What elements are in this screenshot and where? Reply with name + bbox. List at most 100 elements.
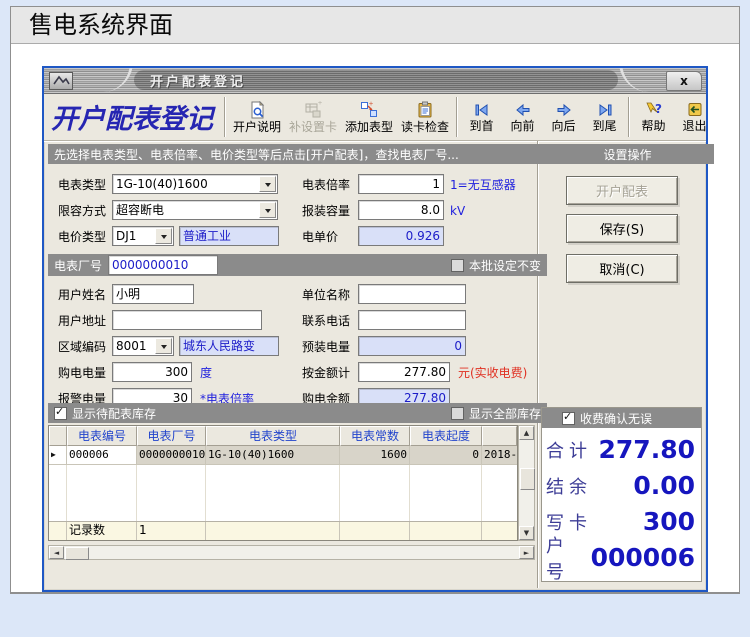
price-type-name: 普通工业 bbox=[179, 226, 279, 246]
fee-confirm-checkbox[interactable]: 收费确认无误 bbox=[562, 410, 652, 427]
dialog-window: 开户配表登记 x 开户配表登记 开户说明 + 补设置卡 + 添加表型 读卡检查 … bbox=[42, 66, 714, 592]
inventory-bar: 显示待配表库存 显示全部库存 bbox=[48, 403, 547, 423]
nav-first-icon bbox=[475, 103, 487, 116]
read-card-check-button[interactable]: 读卡检查 bbox=[397, 100, 453, 135]
table-vertical-scrollbar[interactable]: ▲ ▼ bbox=[518, 425, 535, 541]
fee-confirm-bar: 收费确认无误 bbox=[542, 408, 701, 428]
nav-prev-button[interactable]: 向前 bbox=[502, 101, 543, 134]
batch-keep-checkbox[interactable]: 本批设定不变 bbox=[450, 257, 541, 274]
open-help-button[interactable]: 开户说明 bbox=[229, 100, 285, 135]
svg-text:?: ? bbox=[655, 102, 662, 116]
toolbar-button-label: 开户说明 bbox=[232, 119, 281, 134]
chevron-down-icon[interactable] bbox=[155, 228, 172, 244]
total-row: 户号 000006 bbox=[546, 536, 695, 583]
form-row: 用户姓名 小明 单位名称 bbox=[48, 284, 535, 306]
close-icon: x bbox=[680, 74, 688, 88]
area-code-select[interactable]: 8001 bbox=[112, 336, 174, 356]
show-pending-checkbox[interactable]: 显示待配表库存 bbox=[54, 405, 156, 422]
factory-no-input[interactable]: 0000000010 bbox=[108, 255, 219, 275]
vertical-scroll-thumb[interactable] bbox=[520, 468, 535, 490]
scroll-down-icon[interactable]: ▼ bbox=[519, 526, 534, 540]
scroll-up-icon[interactable]: ▲ bbox=[519, 426, 534, 440]
show-all-checkbox[interactable]: 显示全部库存 bbox=[450, 405, 541, 422]
save-button[interactable]: 保存(S) bbox=[566, 214, 678, 243]
price-type-select[interactable]: DJ1 bbox=[112, 226, 174, 246]
org-name-label: 单位名称 bbox=[302, 288, 351, 302]
ratio-label: 电表倍率 bbox=[302, 178, 351, 192]
toolbar-button-label: 退出 bbox=[682, 119, 707, 133]
title-bar[interactable]: 开户配表登记 x bbox=[44, 68, 706, 94]
column-header[interactable]: 电表厂号 bbox=[137, 426, 206, 446]
nav-next-button[interactable]: 向后 bbox=[543, 101, 584, 134]
nav-last-button[interactable]: 到尾 bbox=[584, 101, 625, 134]
column-header[interactable]: 电表类型 bbox=[206, 426, 340, 446]
ratio-input[interactable]: 1 bbox=[358, 174, 444, 194]
checkbox-checked-icon[interactable] bbox=[562, 410, 575, 425]
title-pill: 开户配表登记 bbox=[134, 70, 618, 90]
purchase-energy-input[interactable]: 300 bbox=[112, 362, 192, 382]
column-header[interactable]: 电表编号 bbox=[67, 426, 137, 446]
horizontal-scroll-thumb[interactable] bbox=[65, 547, 89, 560]
account-no-label: 户号 bbox=[546, 535, 569, 583]
table-header-gutter bbox=[49, 426, 67, 446]
checkbox-icon[interactable] bbox=[450, 258, 464, 272]
checkbox-checked-icon[interactable] bbox=[54, 405, 67, 420]
column-header-extra bbox=[482, 426, 517, 446]
show-all-label: 显示全部库存 bbox=[468, 406, 541, 421]
column-header[interactable]: 电表起度 bbox=[410, 426, 482, 446]
checkbox-icon[interactable] bbox=[450, 406, 464, 420]
by-amount-input[interactable]: 277.80 bbox=[358, 362, 450, 382]
content-divider bbox=[537, 141, 539, 588]
toolbar-button-label: 添加表型 bbox=[344, 119, 393, 134]
limit-mode-select[interactable]: 超容断电 bbox=[112, 200, 278, 220]
by-amount-hint: 元(实收电费) bbox=[458, 366, 528, 380]
address-input[interactable] bbox=[112, 310, 262, 330]
user-name-input[interactable]: 小明 bbox=[112, 284, 194, 304]
balance-value: 0.00 bbox=[633, 471, 695, 500]
meter-type-select[interactable]: 1G-10(40)1600 bbox=[112, 174, 278, 194]
add-meter-type-button[interactable]: + 添加表型 bbox=[341, 100, 397, 135]
chevron-down-icon[interactable] bbox=[259, 176, 276, 192]
area-code-value: 8001 bbox=[116, 339, 147, 353]
close-button[interactable]: x bbox=[666, 71, 702, 91]
form-row: 限容方式 超容断电 报装容量 8.0 kV bbox=[48, 200, 535, 222]
table-footer-row: 记录数 1 bbox=[49, 521, 517, 540]
toolbar-button-label: 帮助 bbox=[641, 119, 666, 133]
phone-input[interactable] bbox=[358, 310, 466, 330]
main-area: 先选择电表类型、电表倍率、电价类型等后点击[开户配表]，查找电表厂号... 电表… bbox=[48, 144, 547, 584]
scroll-left-icon[interactable]: ◄ bbox=[49, 546, 64, 559]
table-header-row: 电表编号 电表厂号 电表类型 电表常数 电表起度 bbox=[49, 426, 517, 446]
chevron-down-icon[interactable] bbox=[259, 202, 276, 218]
toolbar-button-label: 向后 bbox=[551, 118, 576, 133]
factory-no-bar: 电表厂号 0000000010 本批设定不变 bbox=[48, 254, 547, 276]
total-label: 合计 bbox=[546, 440, 592, 462]
exit-button[interactable]: 退出 bbox=[674, 100, 715, 134]
unit-price-label: 电单价 bbox=[302, 230, 339, 244]
cancel-button[interactable]: 取消(C) bbox=[566, 254, 678, 283]
toolbar-button-label: 补设置卡 bbox=[288, 119, 337, 134]
form-row: 电表类型 1G-10(40)1600 电表倍率 1 1=无互感器 bbox=[48, 174, 535, 196]
page-title: 售电系统界面 bbox=[11, 7, 739, 44]
table-horizontal-scrollbar[interactable]: ◄ ► bbox=[48, 545, 535, 560]
table-row[interactable]: ▶ 000006 0000000010 1G-10(40)1600 1600 0… bbox=[49, 446, 517, 465]
chevron-down-icon[interactable] bbox=[155, 338, 172, 354]
capacity-input[interactable]: 8.0 bbox=[358, 200, 444, 220]
org-name-input[interactable] bbox=[358, 284, 466, 304]
record-count-value: 1 bbox=[137, 522, 206, 540]
open-account-button: 开户配表 bbox=[566, 176, 678, 205]
side-panel-header: 设置操作 bbox=[541, 144, 714, 164]
capacity-label: 报装容量 bbox=[302, 204, 351, 218]
hint-bar: 先选择电表类型、电表倍率、电价类型等后点击[开户配表]，查找电表厂号... bbox=[48, 144, 547, 164]
scroll-right-icon[interactable]: ► bbox=[519, 546, 534, 559]
nav-first-button[interactable]: 到首 bbox=[461, 101, 502, 134]
cell-constant: 1600 bbox=[340, 446, 410, 464]
column-header[interactable]: 电表常数 bbox=[340, 426, 410, 446]
toolbar-separator bbox=[628, 97, 630, 137]
svg-text:+: + bbox=[318, 101, 323, 107]
toolbar-button-label: 向前 bbox=[510, 118, 535, 133]
brand-title: 开户配表登记 bbox=[51, 103, 213, 135]
total-value: 277.80 bbox=[598, 435, 695, 464]
help-button[interactable]: ? 帮助 bbox=[633, 100, 674, 134]
cell-extra: 2018- bbox=[482, 446, 517, 464]
table-empty-area bbox=[49, 465, 517, 521]
